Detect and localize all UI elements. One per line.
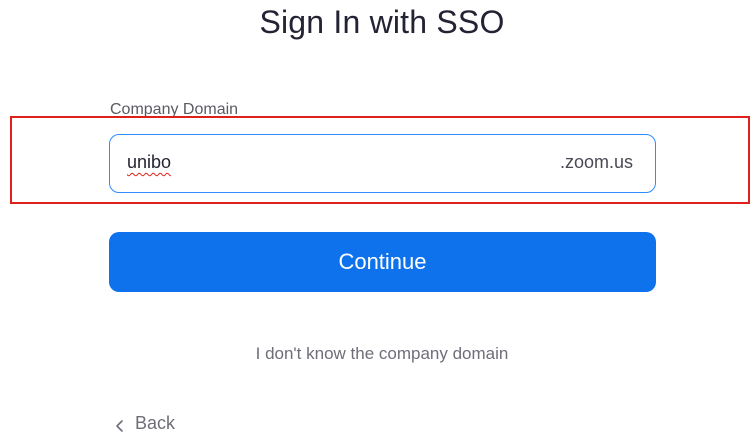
- chevron-left-icon: [113, 417, 127, 432]
- domain-suffix: .zoom.us: [559, 152, 633, 172]
- unknown-domain-link[interactable]: I don't know the company domain: [0, 344, 754, 364]
- domain-value[interactable]: unibo: [127, 152, 171, 173]
- company-domain-input[interactable]: unibo .zoom.us: [109, 134, 656, 193]
- page-title: Sign In with SSO: [259, 4, 505, 40]
- back-label: Back: [135, 413, 176, 433]
- back-link[interactable]: Back: [113, 413, 175, 434]
- continue-button[interactable]: Continue: [109, 232, 656, 292]
